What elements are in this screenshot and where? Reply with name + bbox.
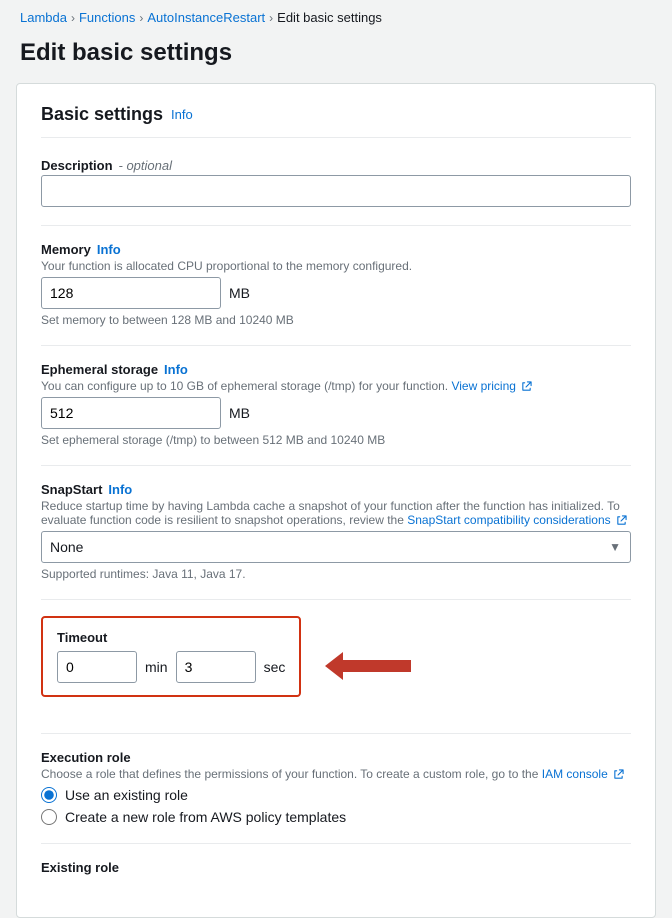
memory-input-row: MB bbox=[41, 277, 631, 309]
iam-external-link-icon bbox=[613, 769, 624, 780]
main-content-card: Basic settings Info Description - option… bbox=[16, 83, 656, 918]
radio-new-role-input[interactable] bbox=[41, 809, 57, 825]
snapstart-field-group: SnapStart Info Reduce startup time by ha… bbox=[41, 482, 631, 581]
memory-below-hint: Set memory to between 128 MB and 10240 M… bbox=[41, 313, 631, 327]
arrow-annotation bbox=[325, 642, 415, 690]
memory-field-group: Memory Info Your function is allocated C… bbox=[41, 242, 631, 327]
breadcrumb-function-name[interactable]: AutoInstanceRestart bbox=[147, 10, 265, 25]
breadcrumb: Lambda › Functions › AutoInstanceRestart… bbox=[0, 0, 672, 31]
execution-role-label: Execution role bbox=[41, 750, 631, 765]
divider-3 bbox=[41, 465, 631, 466]
page-title: Edit basic settings bbox=[0, 31, 672, 83]
timeout-sec-unit: sec bbox=[264, 659, 286, 675]
description-optional: - optional bbox=[119, 158, 172, 173]
breadcrumb-sep-2: › bbox=[139, 11, 143, 25]
divider-5 bbox=[41, 733, 631, 734]
memory-label: Memory Info bbox=[41, 242, 631, 257]
snapstart-label: SnapStart Info bbox=[41, 482, 631, 497]
memory-unit: MB bbox=[229, 285, 250, 301]
snapstart-info-link[interactable]: Info bbox=[108, 482, 132, 497]
execution-role-radio-group: Use an existing role Create a new role f… bbox=[41, 787, 631, 825]
radio-existing-role-input[interactable] bbox=[41, 787, 57, 803]
existing-role-field-group: Existing role bbox=[41, 860, 631, 875]
radio-existing-role[interactable]: Use an existing role bbox=[41, 787, 631, 803]
memory-info-link[interactable]: Info bbox=[97, 242, 121, 257]
view-pricing-link[interactable]: View pricing bbox=[451, 379, 515, 393]
timeout-inputs: min sec bbox=[57, 651, 285, 683]
ephemeral-storage-input[interactable] bbox=[41, 397, 221, 429]
memory-input[interactable] bbox=[41, 277, 221, 309]
timeout-sec-input[interactable] bbox=[176, 651, 256, 683]
external-link-icon bbox=[521, 381, 532, 392]
breadcrumb-current: Edit basic settings bbox=[277, 10, 382, 25]
breadcrumb-functions[interactable]: Functions bbox=[79, 10, 135, 25]
snapstart-external-link-icon bbox=[616, 515, 627, 526]
basic-settings-info-link[interactable]: Info bbox=[171, 107, 193, 122]
radio-new-role-label: Create a new role from AWS policy templa… bbox=[65, 809, 346, 825]
snapstart-hint: Reduce startup time by having Lambda cac… bbox=[41, 499, 631, 527]
snapstart-supported-runtimes: Supported runtimes: Java 11, Java 17. bbox=[41, 567, 631, 581]
snapstart-compatibility-link[interactable]: SnapStart compatibility considerations bbox=[407, 513, 610, 527]
radio-existing-role-label: Use an existing role bbox=[65, 787, 188, 803]
timeout-section: Timeout min sec bbox=[41, 616, 301, 697]
description-label: Description - optional bbox=[41, 158, 631, 173]
breadcrumb-sep-1: › bbox=[71, 11, 75, 25]
divider-6 bbox=[41, 843, 631, 844]
execution-role-field-group: Execution role Choose a role that define… bbox=[41, 750, 631, 825]
ephemeral-storage-field-group: Ephemeral storage Info You can configure… bbox=[41, 362, 631, 447]
timeout-label: Timeout bbox=[57, 630, 285, 645]
snapstart-select-wrapper: None PublishedVersions ▼ bbox=[41, 531, 631, 563]
ephemeral-storage-info-link[interactable]: Info bbox=[164, 362, 188, 377]
timeout-min-input[interactable] bbox=[57, 651, 137, 683]
description-field-group: Description - optional bbox=[41, 158, 631, 207]
breadcrumb-lambda[interactable]: Lambda bbox=[20, 10, 67, 25]
divider-4 bbox=[41, 599, 631, 600]
description-input[interactable] bbox=[41, 175, 631, 207]
ephemeral-storage-unit: MB bbox=[229, 405, 250, 421]
timeout-row: Timeout min sec bbox=[41, 616, 631, 715]
execution-role-hint: Choose a role that defines the permissio… bbox=[41, 767, 631, 781]
arrow-icon bbox=[325, 642, 415, 690]
ephemeral-storage-hint: You can configure up to 10 GB of ephemer… bbox=[41, 379, 631, 393]
ephemeral-storage-input-row: MB bbox=[41, 397, 631, 429]
section-title: Basic settings bbox=[41, 104, 163, 125]
radio-new-role[interactable]: Create a new role from AWS policy templa… bbox=[41, 809, 631, 825]
timeout-min-unit: min bbox=[145, 659, 168, 675]
divider-2 bbox=[41, 345, 631, 346]
iam-console-link[interactable]: IAM console bbox=[542, 767, 608, 781]
section-header: Basic settings Info bbox=[41, 104, 631, 138]
existing-role-label: Existing role bbox=[41, 860, 631, 875]
ephemeral-storage-label: Ephemeral storage Info bbox=[41, 362, 631, 377]
memory-hint: Your function is allocated CPU proportio… bbox=[41, 259, 631, 273]
divider-1 bbox=[41, 225, 631, 226]
breadcrumb-sep-3: › bbox=[269, 11, 273, 25]
snapstart-select[interactable]: None PublishedVersions bbox=[41, 531, 631, 563]
ephemeral-storage-below-hint: Set ephemeral storage (/tmp) to between … bbox=[41, 433, 631, 447]
